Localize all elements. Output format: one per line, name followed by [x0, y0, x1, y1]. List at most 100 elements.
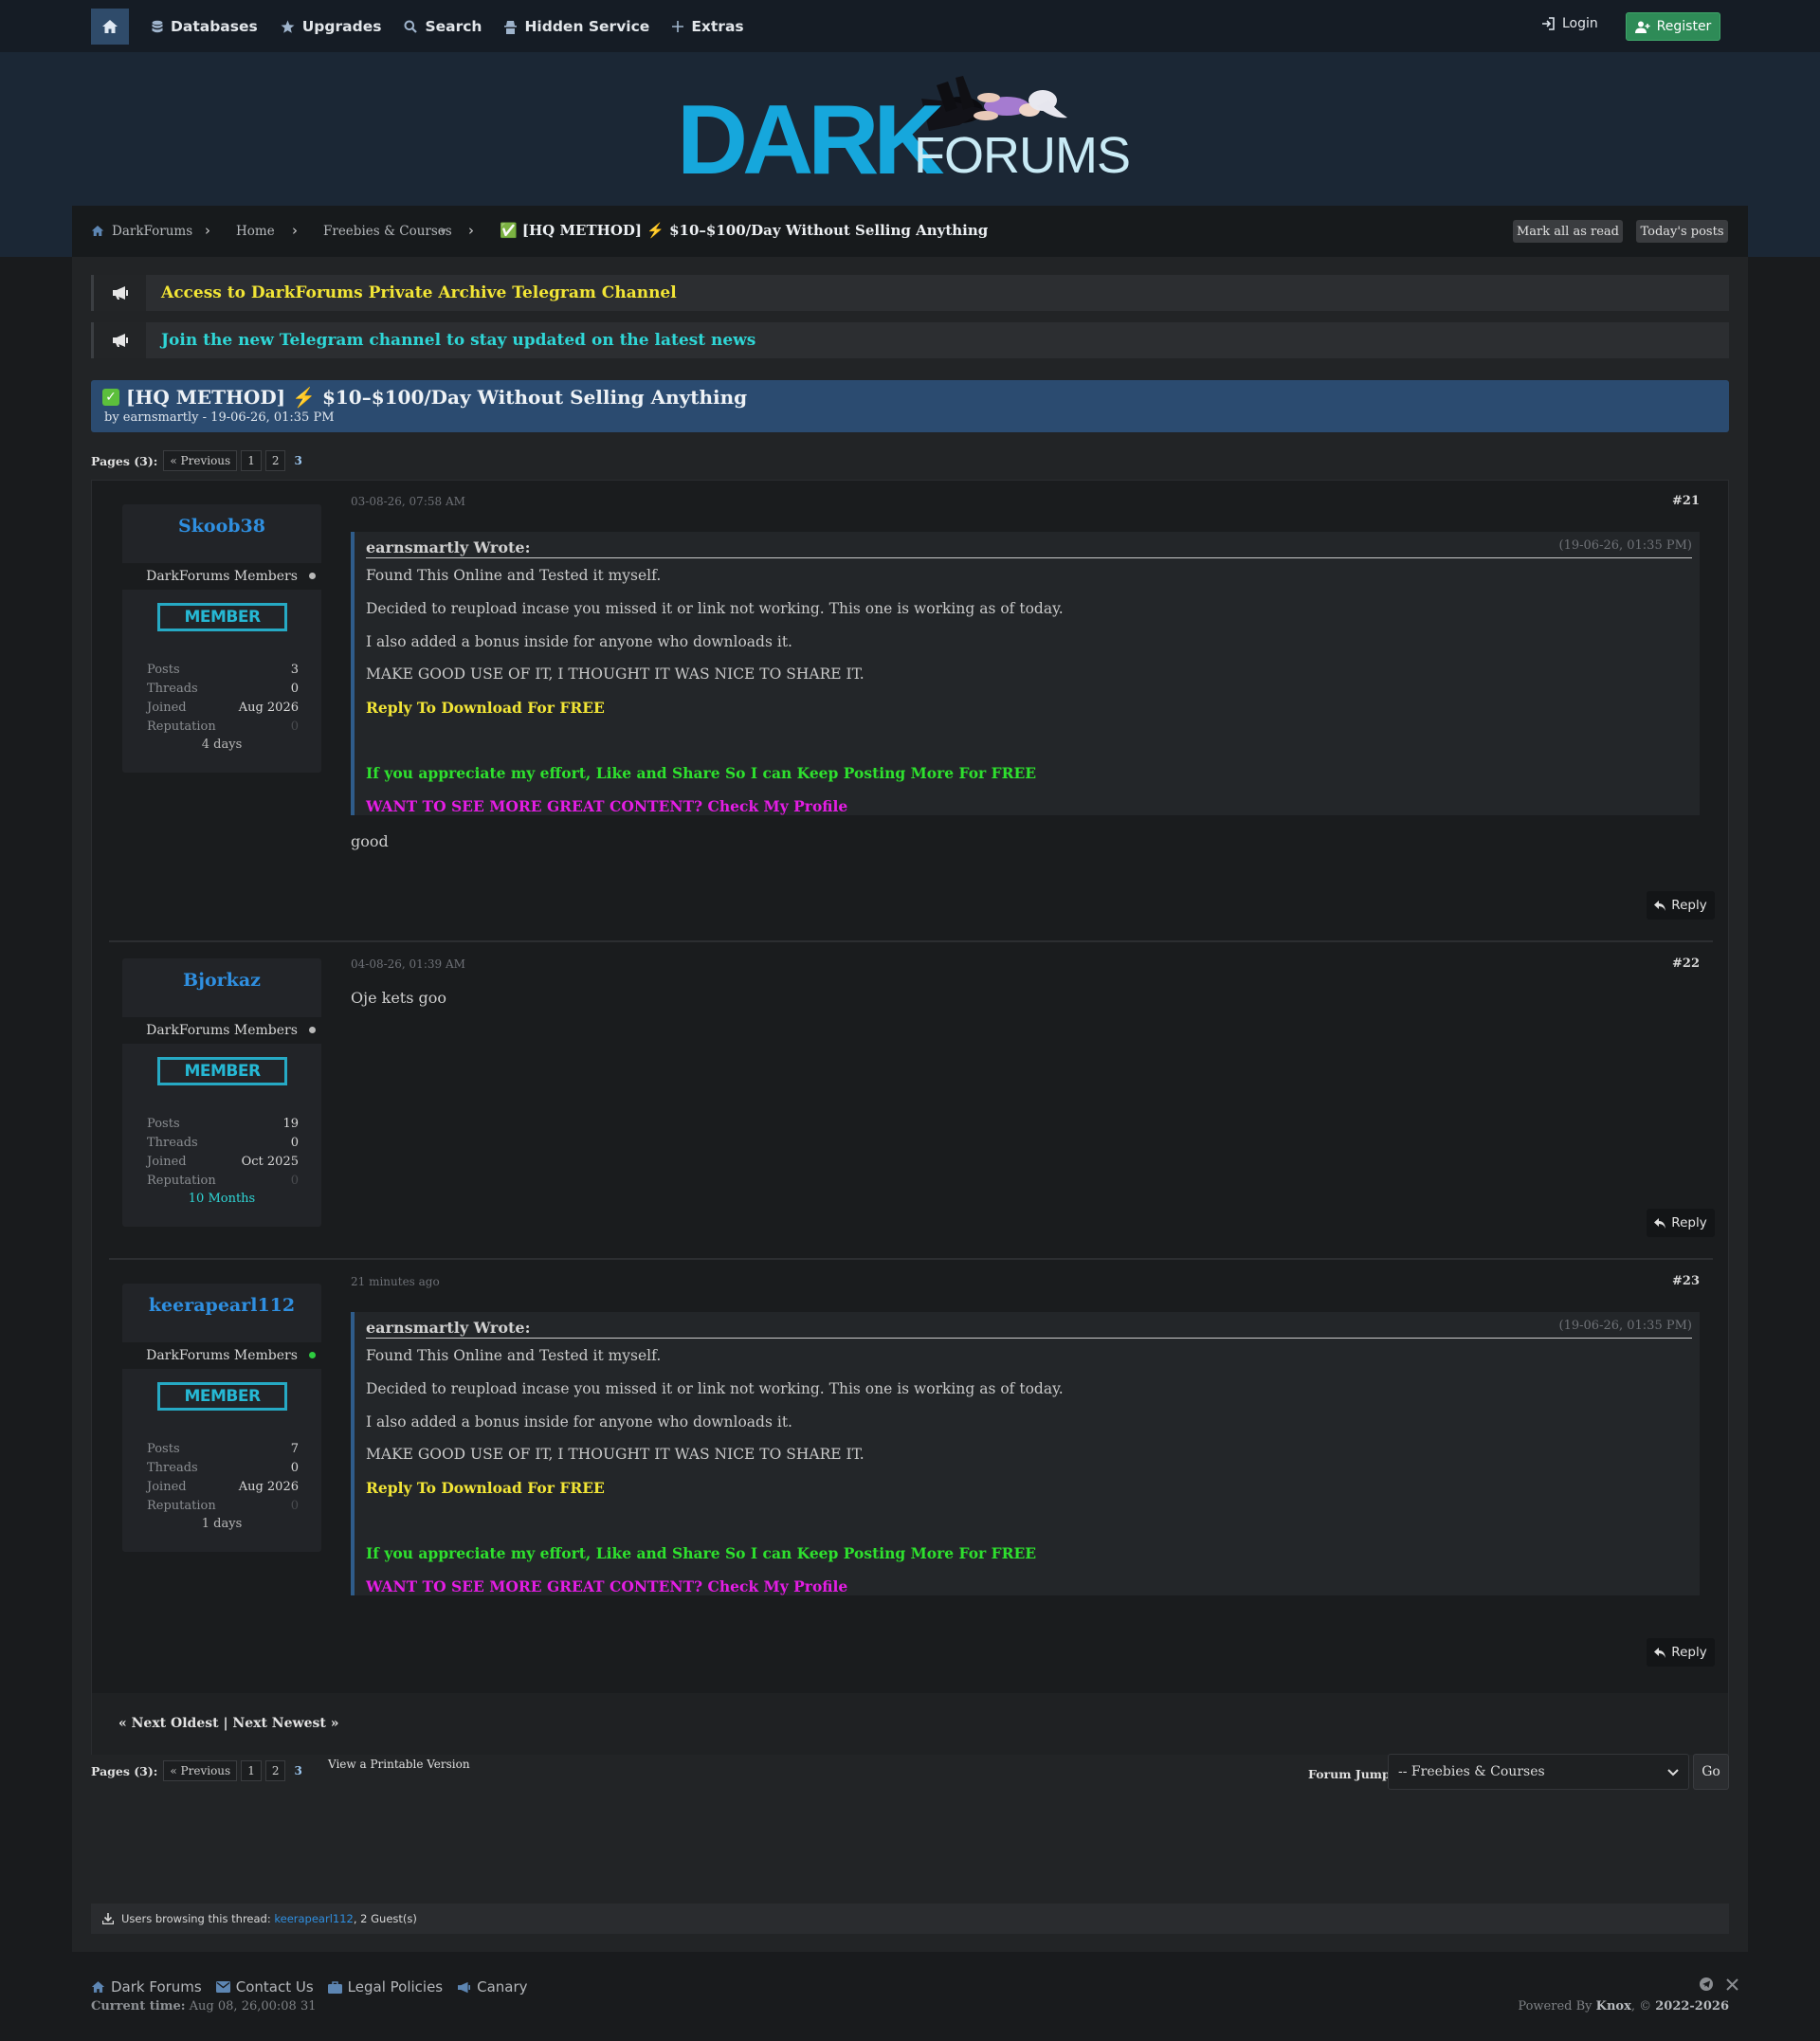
username[interactable]: Skoob38	[122, 516, 321, 537]
pagination-current: 3	[294, 454, 302, 467]
quote-line: I also added a bonus inside for anyone w…	[366, 633, 792, 650]
quote-line-profile-link[interactable]: WANT TO SEE MORE GREAT CONTENT? Check My…	[366, 797, 847, 815]
announcement-telegram-archive[interactable]: Access to DarkForums Private Archive Tel…	[91, 275, 1729, 311]
stat-reputation: Reputation 0	[147, 720, 299, 734]
breadcrumb-freebies[interactable]: Freebies & Courses	[323, 224, 452, 239]
star-icon	[281, 20, 295, 33]
stat-reputation: Reputation 0	[147, 1499, 299, 1513]
username[interactable]: keerapearl112	[122, 1295, 321, 1316]
todays-posts-button[interactable]: Today's posts	[1636, 220, 1728, 243]
quote-line-profile-link[interactable]: WANT TO SEE MORE GREAT CONTENT? Check My…	[366, 1577, 847, 1595]
breadcrumb-darkforums[interactable]: DarkForums	[112, 224, 192, 239]
pagination-current: 3	[294, 1764, 302, 1777]
nav-databases[interactable]: Databases	[152, 18, 258, 35]
download-icon	[102, 1913, 114, 1924]
thread-title-text: [HQ METHOD] ⚡ $10–$100/Day Without Selli…	[126, 386, 748, 409]
home-button[interactable]	[91, 9, 129, 45]
announcement-text: Access to DarkForums Private Archive Tel…	[161, 283, 677, 302]
post-date: 21 minutes ago	[351, 1275, 440, 1288]
posts-list: Skoob38 DarkForums Members MEMBER Posts 3…	[91, 480, 1729, 1755]
chevron-down-icon	[1667, 1769, 1679, 1777]
pagination-previous[interactable]: « Previous	[163, 450, 238, 471]
pagination-previous[interactable]: « Previous	[163, 1760, 238, 1781]
nav-upgrades[interactable]: Upgrades	[281, 18, 381, 35]
x-twitter-icon[interactable]	[1726, 1977, 1738, 1995]
footer-link-legal[interactable]: Legal Policies	[327, 1978, 443, 1995]
register-button[interactable]: Register	[1626, 12, 1720, 41]
pagination-top: Pages (3): « Previous 1 2 3	[91, 450, 302, 471]
mark-all-read-button[interactable]: Mark all as read	[1513, 220, 1623, 243]
main-container: DarkForums › Home › Freebies & Courses ∨…	[72, 206, 1748, 1952]
footer-link-dark-forums[interactable]: Dark Forums	[91, 1978, 202, 1995]
printable-version-link[interactable]: View a Printable Version	[328, 1758, 470, 1771]
nav-search[interactable]: Search	[404, 18, 482, 35]
user-group: DarkForums Members	[122, 563, 321, 590]
user-card: keerapearl112 DarkForums Members MEMBER …	[122, 1284, 321, 1552]
member-badge: MEMBER	[157, 1057, 287, 1085]
anime-figure-logo-image	[921, 76, 1067, 131]
reply-button[interactable]: Reply	[1647, 1638, 1715, 1667]
pagination-page-1[interactable]: 1	[241, 1760, 262, 1781]
quote-line: I also added a bonus inside for anyone w…	[366, 1413, 792, 1431]
telegram-icon[interactable]	[1700, 1977, 1713, 1995]
stat-posts: Posts 19	[147, 1117, 299, 1131]
stat-threads: Threads 0	[147, 682, 299, 696]
pagination-bottom: Pages (3): « Previous 1 2 3	[91, 1760, 302, 1781]
search-icon	[404, 20, 418, 33]
thread-title: ✓ [HQ METHOD] ⚡ $10–$100/Day Without Sel…	[102, 386, 747, 409]
browsing-user-link[interactable]: keerapearl112	[274, 1912, 353, 1925]
forum-jump-go-button[interactable]: Go	[1693, 1754, 1729, 1790]
login-link[interactable]: Login	[1541, 16, 1598, 31]
pagination-page-2[interactable]: 2	[264, 1760, 286, 1781]
post-number[interactable]: #22	[1672, 957, 1700, 971]
reply-icon	[1654, 1647, 1666, 1658]
footer-links: Dark Forums Contact Us Legal Policies Ca…	[91, 1978, 542, 1995]
chevron-right-icon: ›	[205, 222, 210, 239]
chevron-down-icon[interactable]: ∨	[440, 227, 446, 237]
stat-posts: Posts 3	[147, 663, 299, 677]
announcement-text: Join the new Telegram channel to stay up…	[161, 331, 756, 350]
site-logo[interactable]: DARK FORUMS	[673, 72, 1147, 195]
quote-date: (19-06-26, 01:35 PM)	[1558, 538, 1692, 553]
nav-hidden-service[interactable]: Hidden Service	[504, 18, 649, 35]
pagination-page-1[interactable]: 1	[241, 450, 262, 471]
bullhorn-icon	[112, 334, 128, 347]
reply-button[interactable]: Reply	[1647, 891, 1715, 920]
forum-jump-selected: -- Freebies & Courses	[1398, 1764, 1545, 1779]
user-plus-icon	[1634, 21, 1650, 33]
username[interactable]: Bjorkaz	[122, 970, 321, 991]
post-date: 04-08-26, 01:39 AM	[351, 957, 465, 971]
user-tenure: 4 days	[201, 738, 243, 752]
plus-icon	[672, 21, 684, 32]
reply-button[interactable]: Reply	[1647, 1209, 1715, 1237]
footer-link-canary[interactable]: Canary	[457, 1978, 528, 1995]
member-badge: MEMBER	[157, 1382, 287, 1411]
quote-line: Decided to reupload incase you missed it…	[366, 1380, 1064, 1397]
user-card: Bjorkaz DarkForums Members MEMBER Posts 1…	[122, 958, 321, 1227]
login-label: Login	[1562, 16, 1598, 31]
status-dot-icon	[309, 1027, 316, 1033]
pagination-page-2[interactable]: 2	[264, 450, 286, 471]
forum-jump-label: Forum Jump:	[1308, 1767, 1395, 1781]
powered-by-link[interactable]: Knox	[1596, 1999, 1631, 2014]
pagination-label: Pages (3):	[91, 453, 158, 468]
quote-line-highlight: If you appreciate my effort, Like and Sh…	[366, 1544, 1037, 1562]
forum-jump-select[interactable]: -- Freebies & Courses	[1388, 1754, 1689, 1790]
footer-link-contact[interactable]: Contact Us	[215, 1978, 314, 1995]
logo-dark-text: DARK	[677, 85, 944, 186]
quote-line-highlight: Reply To Download For FREE	[366, 1479, 605, 1497]
bullhorn-icon	[112, 286, 128, 300]
quote-line: Found This Online and Tested it myself.	[366, 567, 662, 584]
next-oldest-newest-links[interactable]: « Next Oldest | Next Newest »	[118, 1716, 338, 1731]
thread-header: ✓ [HQ METHOD] ⚡ $10–$100/Day Without Sel…	[91, 380, 1729, 432]
users-browsing: Users browsing this thread: keerapearl11…	[91, 1904, 1729, 1934]
browsing-prefix: Users browsing this thread:	[121, 1912, 271, 1925]
post-number[interactable]: #23	[1672, 1274, 1700, 1288]
breadcrumb: DarkForums › Home › Freebies & Courses ∨…	[72, 206, 1748, 257]
post-body: Oje kets goo	[351, 989, 447, 1007]
breadcrumb-home[interactable]: Home	[236, 224, 275, 239]
post-number[interactable]: #21	[1672, 494, 1700, 508]
nav-extras[interactable]: Extras	[672, 18, 744, 35]
announcement-telegram-news[interactable]: Join the new Telegram channel to stay up…	[91, 322, 1729, 358]
chevron-right-icon: ›	[292, 222, 298, 239]
